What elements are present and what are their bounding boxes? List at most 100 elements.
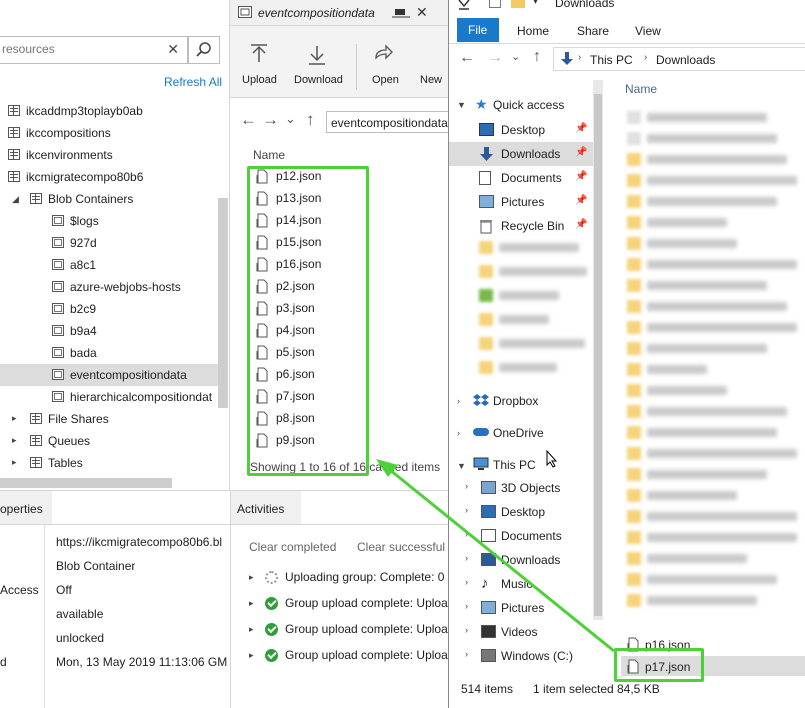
upload-button[interactable]: Upload [234, 44, 286, 90]
tree-item[interactable]: ▸ Queues [0, 430, 218, 452]
this-pc-item[interactable]: › Documents [449, 524, 593, 548]
tree-item[interactable]: azure-webjobs-hosts [0, 276, 218, 298]
downloads-item[interactable] [625, 129, 805, 149]
this-pc-item[interactable]: › 3D Objects [449, 476, 593, 500]
quick-access-expand-icon[interactable]: ▼ [457, 100, 466, 110]
blob-file-row[interactable]: p3.json [252, 298, 362, 320]
tree-collapse-icon[interactable]: ◢ [12, 194, 19, 205]
quick-access-label[interactable]: Quick access [493, 98, 564, 112]
blob-file-row[interactable]: p15.json [252, 232, 362, 254]
downloads-item[interactable] [625, 549, 805, 569]
this-pc-expand-icon[interactable]: › [465, 505, 468, 515]
blob-file-row[interactable]: p6.json [252, 364, 362, 386]
checkbox-icon[interactable] [489, 0, 501, 8]
downloads-item[interactable] [625, 108, 805, 128]
tree-item[interactable]: b9a4 [0, 320, 218, 342]
downloads-item[interactable] [625, 192, 805, 212]
tree-item[interactable]: ◢ Blob Containers [0, 188, 218, 210]
downloads-item[interactable] [625, 150, 805, 170]
explorer-back-icon[interactable]: ← [459, 49, 475, 67]
refresh-all-link[interactable]: Refresh All [164, 75, 222, 89]
downloads-item[interactable] [625, 381, 805, 401]
new-button[interactable]: New [416, 44, 450, 90]
quick-access-item[interactable]: Recycle Bin 📌 [449, 214, 593, 238]
ribbon-tab-file[interactable]: File [457, 18, 499, 42]
file-list-header[interactable]: Name [625, 82, 805, 98]
downloads-item[interactable] [625, 486, 805, 506]
tree-item[interactable]: a8c1 [0, 254, 218, 276]
close-tab-icon[interactable]: ✕ [416, 4, 428, 21]
downloads-item[interactable] [625, 213, 805, 233]
tree-item[interactable]: ikccompositions [0, 122, 218, 144]
tree-item[interactable]: b2c9 [0, 298, 218, 320]
tree-item[interactable]: bada [0, 342, 218, 364]
tree-item[interactable]: ikcmigratecompo80b6 [0, 166, 218, 188]
clear-search-icon[interactable]: ✕ [167, 41, 179, 58]
explorer-file-row[interactable]: p16.json [621, 634, 805, 656]
tree-item[interactable]: 927d [0, 232, 218, 254]
explorer-file-row[interactable]: p17.json [621, 656, 805, 678]
blob-file-row[interactable]: p8.json [252, 408, 362, 430]
blob-file-row[interactable]: p12.json [252, 166, 362, 188]
activity-item[interactable]: ▸ Group upload complete: Uploa [231, 647, 451, 671]
activity-expand-icon[interactable]: ▸ [249, 572, 254, 583]
tree-item[interactable]: ▸ Tables [0, 452, 218, 474]
clear-completed-link[interactable]: Clear completed [249, 540, 336, 554]
tree-hscroll[interactable] [0, 478, 172, 488]
quick-access-item[interactable]: Pictures 📌 [449, 190, 593, 214]
dropbox-expand-icon[interactable]: › [457, 396, 460, 406]
ribbon-tab-view[interactable]: View [635, 24, 661, 38]
tree-scrollbar[interactable] [218, 198, 228, 408]
search-box[interactable]: ✕ [0, 36, 188, 64]
tree-expand-icon[interactable]: ▸ [12, 435, 17, 446]
this-pc-expand-icon[interactable]: › [465, 577, 468, 587]
onedrive-expand-icon[interactable]: › [457, 428, 460, 438]
up-arrow-icon[interactable]: ↑ [306, 110, 315, 130]
chevron-down-icon[interactable]: ⌄ [285, 111, 296, 127]
this-pc-expand-icon[interactable]: › [465, 529, 468, 539]
downloads-item[interactable] [625, 339, 805, 359]
blob-file-row[interactable]: p16.json [252, 254, 362, 276]
blob-file-row[interactable]: p2.json [252, 276, 362, 298]
blob-file-row[interactable]: p14.json [252, 210, 362, 232]
activity-item[interactable]: ▸ Group upload complete: Uploa [231, 621, 451, 645]
this-pc-expand-icon[interactable]: › [465, 601, 468, 611]
dropbox-label[interactable]: Dropbox [493, 394, 538, 408]
this-pc-expand-icon[interactable]: › [465, 553, 468, 563]
downloads-item[interactable] [625, 570, 805, 590]
down-arrow-icon[interactable] [457, 0, 471, 12]
blob-file-row[interactable]: p9.json [252, 430, 362, 452]
address-bar[interactable]: › This PC › Downloads [553, 47, 805, 71]
tree-item[interactable]: $logs [0, 210, 218, 232]
breadcrumb-this-pc[interactable]: This PC [590, 53, 633, 67]
activities-tab[interactable]: Activities [231, 491, 301, 525]
blob-file-row[interactable]: p7.json [252, 386, 362, 408]
downloads-item[interactable] [625, 234, 805, 254]
this-pc-expand-icon[interactable]: › [465, 649, 468, 659]
downloads-item[interactable] [625, 507, 805, 527]
download-button[interactable]: Download [290, 44, 346, 90]
this-pc-expand-icon[interactable]: › [465, 481, 468, 491]
downloads-item[interactable] [625, 276, 805, 296]
properties-tab[interactable]: operties [0, 491, 52, 525]
tree-item[interactable]: ▸ File Shares [0, 408, 218, 430]
blob-file-row[interactable]: p13.json [252, 188, 362, 210]
quick-access-item[interactable]: Downloads 📌 [449, 142, 593, 166]
breadcrumb-downloads[interactable]: Downloads [656, 53, 715, 67]
activity-item[interactable]: ▸ Group upload complete: Uploa [231, 595, 451, 619]
tree-item[interactable]: ikcaddmp3toplayb0ab [0, 100, 218, 122]
blob-file-row[interactable]: p5.json [252, 342, 362, 364]
this-pc-label[interactable]: This PC [493, 458, 536, 472]
explorer-forward-icon[interactable]: → [487, 49, 503, 67]
tree-item[interactable]: ikcenvironments [0, 144, 218, 166]
tree-item[interactable]: eventcompositiondata [0, 364, 218, 386]
forward-arrow-icon[interactable]: → [262, 110, 279, 130]
onedrive-label[interactable]: OneDrive [493, 426, 544, 440]
open-button[interactable]: Open [362, 44, 406, 90]
this-pc-item[interactable]: › Pictures [449, 596, 593, 620]
explorer-up-icon[interactable]: ↑ [533, 48, 541, 66]
downloads-item[interactable] [625, 591, 805, 611]
recent-dropdown-icon[interactable]: ⌄ [511, 50, 520, 63]
this-pc-expand-icon[interactable]: ▼ [457, 461, 466, 471]
downloads-item[interactable] [625, 444, 805, 464]
